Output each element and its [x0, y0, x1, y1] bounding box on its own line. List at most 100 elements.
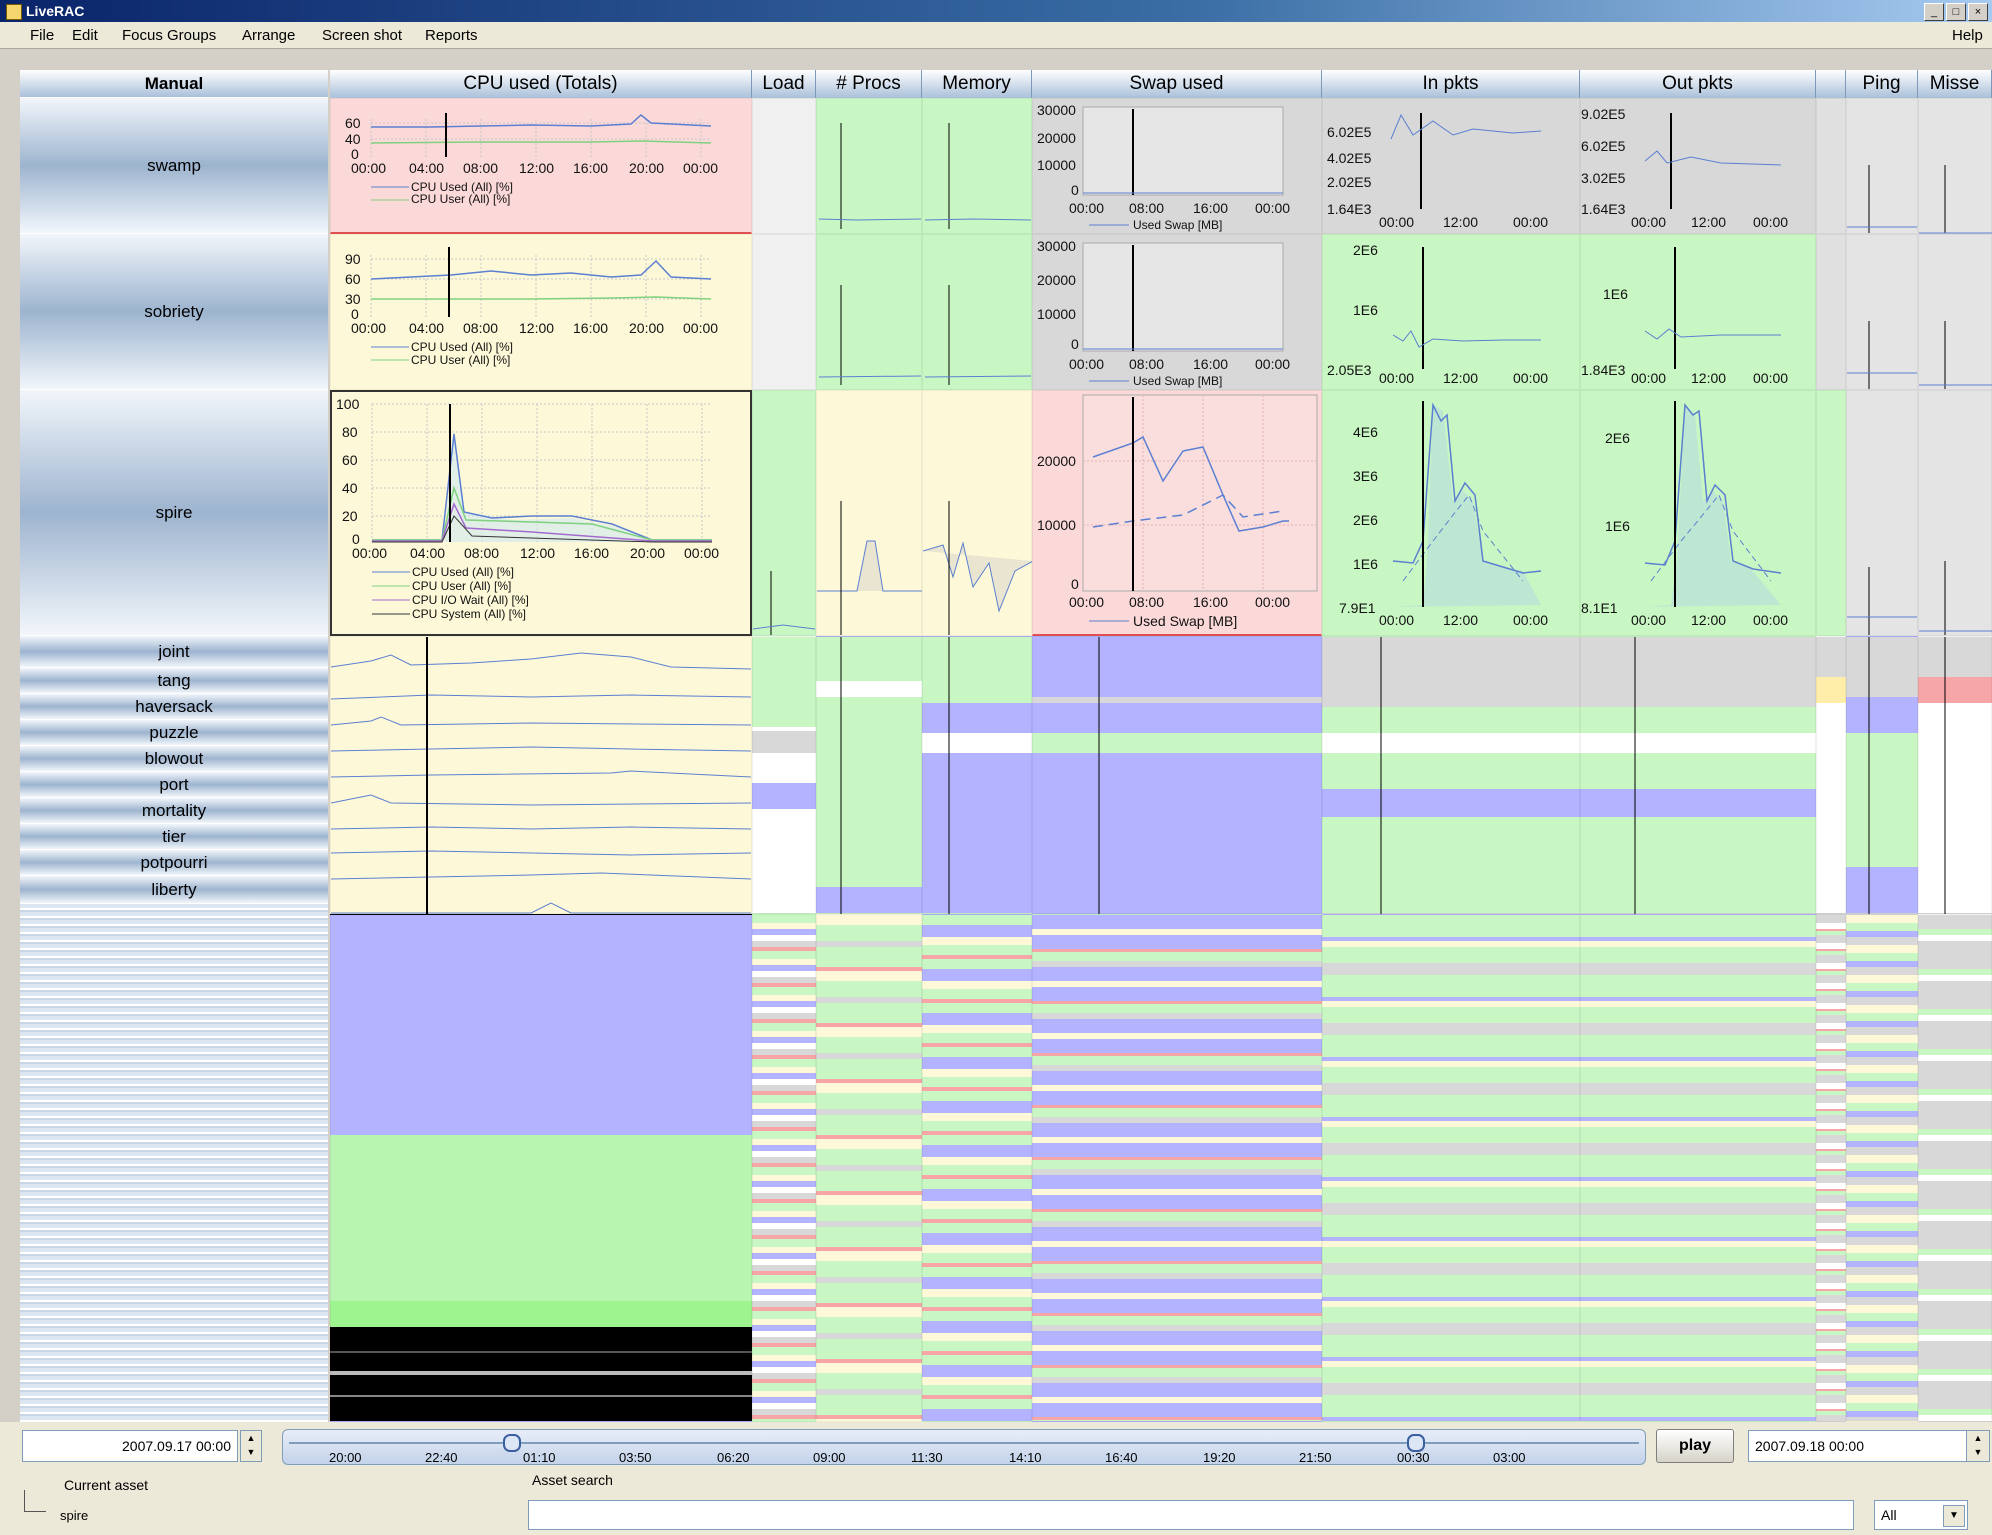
asset-search-input[interactable]: [528, 1500, 1854, 1530]
cell-sobriety-cpu[interactable]: 90 60 30 0 00:00 04:00 08:00 12:00 16:00 20:00 00…: [330, 234, 752, 390]
cell-spire-cpu[interactable]: 100 80 60 40 20 0 00:00 04:00 08:00 12:00 16:00 20…: [330, 390, 752, 636]
maximize-button[interactable]: □: [1946, 3, 1966, 21]
row-label-tier[interactable]: tier: [20, 824, 328, 850]
cell-sobriety-misse[interactable]: [1918, 234, 1992, 390]
menu-focus-groups[interactable]: Focus Groups: [122, 27, 216, 44]
end-date-spinner[interactable]: ▲ ▼: [1966, 1430, 1990, 1462]
collapsed-rows-misse[interactable]: [1918, 914, 1992, 1422]
col-header-out-pkts[interactable]: Out pkts: [1580, 70, 1816, 98]
cell-spire-memory[interactable]: [922, 390, 1033, 636]
menu-arrange[interactable]: Arrange: [242, 27, 295, 44]
cell-small-rows-in-pkts[interactable]: [1322, 636, 1580, 915]
cell-small-rows-procs[interactable]: [816, 636, 922, 915]
col-header-blank[interactable]: [1816, 70, 1846, 98]
slider-start-handle[interactable]: [503, 1434, 521, 1452]
cell-swamp-load[interactable]: [752, 98, 816, 234]
cell-sobriety-in-pkts[interactable]: 2E6 1E6 2.05E3 00:00 12:00 00:00: [1322, 234, 1580, 390]
row-label-spire[interactable]: spire: [20, 390, 328, 636]
cell-swamp-procs[interactable]: [816, 98, 922, 234]
series-in-pkts: [1390, 113, 1542, 140]
minimize-button[interactable]: _: [1924, 3, 1944, 21]
timeline-tick: 11:30: [911, 1450, 943, 1465]
menu-screen-shot[interactable]: Screen shot: [322, 27, 402, 44]
collapsed-rows-blank[interactable]: [1816, 914, 1846, 1422]
row-label-sobriety[interactable]: sobriety: [20, 234, 328, 390]
cell-sobriety-out-pkts[interactable]: 1E6 1.84E3 00:00 12:00 00:00: [1580, 234, 1816, 390]
close-button[interactable]: ×: [1968, 3, 1988, 21]
corner-header[interactable]: Manual: [20, 70, 328, 98]
collapsed-rows-cpu[interactable]: [330, 914, 752, 1422]
row-label-blowout[interactable]: blowout: [20, 746, 328, 772]
cell-sobriety-memory[interactable]: [922, 234, 1032, 390]
cell-swamp-out-pkts[interactable]: 9.02E5 6.02E5 3.02E5 1.64E3 00:00 12:00 00:00: [1580, 98, 1816, 234]
cell-spire-blank[interactable]: [1816, 390, 1846, 636]
row-label-port[interactable]: port: [20, 772, 328, 798]
cell-sobriety-procs[interactable]: [816, 234, 922, 390]
menu-edit[interactable]: Edit: [72, 27, 98, 44]
cell-small-rows-out-pkts[interactable]: [1580, 636, 1816, 915]
cell-spire-load[interactable]: [752, 390, 816, 636]
collapsed-rows-procs[interactable]: [816, 914, 922, 1422]
menu-file[interactable]: File: [30, 27, 54, 44]
cell-spire-procs[interactable]: [816, 390, 923, 636]
menu-help[interactable]: Help: [1952, 27, 1983, 44]
cell-swamp-cpu[interactable]: 60 40 0 00:00 04:00 08:00 12:00 16:00 20:00 00…: [330, 98, 752, 234]
time-slider[interactable]: 20:00 22:40 01:10 03:50 06:20 09:00 11:3…: [282, 1429, 1646, 1465]
menu-reports[interactable]: Reports: [425, 27, 478, 44]
cell-sobriety-blank[interactable]: [1816, 234, 1846, 390]
collapsed-rows-ping[interactable]: [1846, 914, 1918, 1422]
cell-spire-in-pkts[interactable]: 4E6 3E6 2E6 1E6 7.9E1 00:00 12:00 00:00: [1322, 390, 1580, 636]
cell-small-rows-blank[interactable]: [1816, 636, 1846, 914]
cell-small-rows-cpu[interactable]: [330, 636, 752, 915]
cell-spire-swap[interactable]: 20000 10000 0 00:00 08:00 16:00 00:00 Used Sw…: [1032, 390, 1322, 636]
cell-sobriety-load[interactable]: [752, 234, 816, 390]
cell-small-rows-swap[interactable]: [1032, 636, 1322, 915]
end-date-field[interactable]: 2007.09.18 00:00: [1748, 1430, 1970, 1462]
play-button[interactable]: play: [1656, 1429, 1734, 1463]
cell-small-rows-memory[interactable]: [922, 636, 1032, 915]
col-header-misse[interactable]: Misse: [1918, 70, 1992, 98]
row-label-joint[interactable]: joint: [20, 636, 328, 668]
row-label-swamp[interactable]: swamp: [20, 98, 328, 234]
cell-sobriety-ping[interactable]: [1846, 234, 1918, 390]
cell-swamp-ping[interactable]: [1846, 98, 1918, 234]
collapsed-rows-in-pkts[interactable]: [1322, 914, 1580, 1422]
cell-small-rows-misse[interactable]: [1918, 636, 1992, 915]
collapsed-rows-memory[interactable]: [922, 914, 1032, 1422]
cell-swamp-in-pkts[interactable]: 6.02E5 4.02E5 2.02E5 1.64E3 00:00 12:00 00:00: [1322, 98, 1580, 234]
collapsed-rows-out-pkts[interactable]: [1580, 914, 1816, 1422]
row-label-puzzle[interactable]: puzzle: [20, 720, 328, 746]
cell-spire-ping[interactable]: [1846, 390, 1918, 636]
col-header-memory[interactable]: Memory: [922, 70, 1032, 98]
col-header-swap[interactable]: Swap used: [1032, 70, 1322, 98]
cell-sobriety-swap[interactable]: 30000 20000 10000 0 00:00 08:00 16:00 00:00 Us…: [1032, 234, 1322, 390]
row-label-tang[interactable]: tang: [20, 668, 328, 694]
filter-select[interactable]: All ▼: [1874, 1500, 1968, 1530]
row-label-haversack[interactable]: haversack: [20, 694, 328, 720]
cell-small-rows-load[interactable]: [752, 636, 816, 914]
row-label-mortality[interactable]: mortality: [20, 798, 328, 824]
current-asset-checkbox[interactable]: [24, 1490, 46, 1512]
col-header-ping[interactable]: Ping: [1846, 70, 1918, 98]
cell-swamp-blank[interactable]: [1816, 98, 1846, 234]
cell-swamp-misse[interactable]: [1918, 98, 1992, 234]
cell-spire-misse[interactable]: [1918, 390, 1992, 636]
col-header-procs[interactable]: # Procs: [816, 70, 922, 98]
cell-swamp-swap[interactable]: 30000 20000 10000 0 00:00 08:00 16:00 00:00 Us…: [1032, 98, 1322, 234]
start-date-field[interactable]: 2007.09.17 00:00: [22, 1430, 238, 1462]
svg-text:00:00: 00:00: [1753, 612, 1788, 628]
col-header-cpu[interactable]: CPU used (Totals): [330, 70, 752, 98]
chart-swamp-in-pkts: 6.02E5 4.02E5 2.02E5 1.64E3 00:00 12:00 00:00: [1327, 113, 1548, 230]
cell-small-rows-ping[interactable]: [1846, 636, 1918, 915]
collapsed-rows-swap[interactable]: [1032, 914, 1322, 1422]
cell-swamp-memory[interactable]: [922, 98, 1032, 234]
start-date-spinner[interactable]: ▲ ▼: [240, 1430, 262, 1462]
col-header-load[interactable]: Load: [752, 70, 816, 98]
cell-spire-out-pkts[interactable]: 2E6 1E6 8.1E1 00:00 12:00 00:00: [1580, 390, 1816, 636]
chevron-down-icon[interactable]: ▼: [1943, 1505, 1965, 1527]
collapsed-rows-labels[interactable]: [20, 904, 328, 1422]
row-label-liberty[interactable]: liberty: [20, 876, 328, 904]
collapsed-rows-load[interactable]: [752, 914, 816, 1422]
col-header-in-pkts[interactable]: In pkts: [1322, 70, 1580, 98]
row-label-potpourri[interactable]: potpourri: [20, 850, 328, 876]
